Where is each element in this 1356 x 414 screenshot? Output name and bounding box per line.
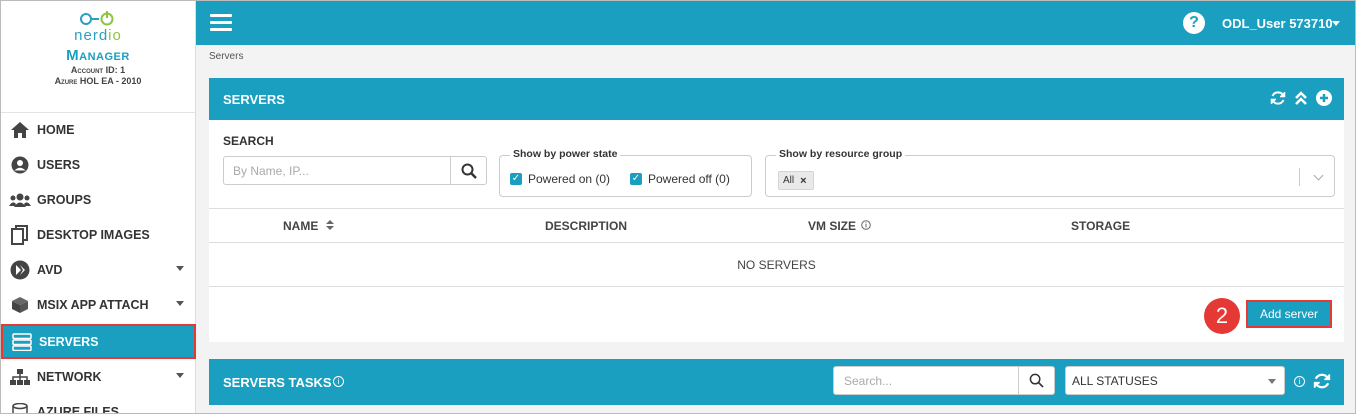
sidebar-item-network[interactable]: NETWORK bbox=[1, 359, 196, 394]
app-window: nerdio Manager Account ID: 1 Azure HOL E… bbox=[0, 0, 1356, 414]
powered-on-label: Powered on (0) bbox=[528, 172, 611, 186]
chevron-down-icon bbox=[176, 373, 184, 378]
column-vm-size[interactable]: VM SIZE bbox=[808, 219, 872, 233]
refresh-icon[interactable] bbox=[1313, 372, 1331, 390]
wordmark-accent: io bbox=[108, 27, 122, 44]
help-icon[interactable]: ? bbox=[1183, 12, 1205, 34]
column-name[interactable]: NAME bbox=[283, 219, 334, 233]
tasks-search bbox=[833, 366, 1055, 395]
table-header: NAME DESCRIPTION VM SIZE STORAGE bbox=[209, 208, 1344, 243]
powered-off-label: Powered off (0) bbox=[648, 172, 730, 186]
wordmark-main: nerd bbox=[74, 27, 109, 44]
sidebar-item-groups[interactable]: GROUPS bbox=[1, 182, 196, 217]
sidebar-item-home[interactable]: HOME bbox=[1, 112, 196, 147]
server-search-input[interactable] bbox=[224, 157, 450, 184]
power-state-legend: Show by power state bbox=[510, 148, 621, 160]
account-id: Account ID: 1 bbox=[70, 65, 126, 75]
chevron-down-icon bbox=[1268, 379, 1276, 384]
search-button[interactable] bbox=[450, 157, 486, 184]
separator bbox=[1299, 168, 1300, 186]
account-name: Azure HOL EA - 2010 bbox=[54, 76, 142, 86]
sidebar-item-label: HOME bbox=[37, 122, 75, 137]
tasks-search-button[interactable] bbox=[1018, 367, 1054, 394]
sidebar-item-avd[interactable]: AVD bbox=[1, 252, 196, 287]
power-state-filter: Show by power state ✓ Powered on (0) ✓ P… bbox=[499, 148, 752, 197]
info-icon bbox=[861, 220, 872, 230]
column-storage[interactable]: STORAGE bbox=[1071, 219, 1130, 233]
servers-panel: SERVERS SEARCH Show by power state ✓ Pow… bbox=[209, 78, 1344, 342]
resource-group-filter[interactable]: Show by resource group All × bbox=[765, 148, 1335, 197]
top-bar: ? ODL_User 573710 bbox=[196, 1, 1355, 45]
group-icon bbox=[9, 190, 31, 210]
home-icon bbox=[9, 120, 31, 140]
sidebar: nerdio Manager Account ID: 1 Azure HOL E… bbox=[1, 1, 196, 414]
search-icon bbox=[461, 163, 477, 179]
status-select[interactable]: ALL STATUSES bbox=[1065, 366, 1285, 395]
user-icon bbox=[9, 155, 31, 175]
nerdio-wordmark: nerdio bbox=[1, 27, 195, 44]
column-description[interactable]: DESCRIPTION bbox=[545, 219, 627, 233]
server-icon bbox=[11, 332, 33, 352]
collapse-icon[interactable] bbox=[1292, 90, 1309, 107]
chevron-down-icon[interactable] bbox=[1332, 21, 1340, 26]
search-icon bbox=[1029, 373, 1044, 388]
sidebar-item-desktop-images[interactable]: DESKTOP IMAGES bbox=[1, 217, 196, 252]
chevron-down-icon bbox=[176, 301, 184, 306]
sidebar-item-label: USERS bbox=[37, 157, 81, 172]
add-circle-icon[interactable] bbox=[1315, 90, 1332, 107]
column-name-label: NAME bbox=[283, 219, 319, 233]
divider bbox=[209, 286, 1344, 287]
tag-label: All bbox=[783, 175, 795, 186]
avd-icon bbox=[9, 260, 31, 280]
search-label: SEARCH bbox=[223, 134, 274, 148]
tasks-search-input[interactable] bbox=[834, 367, 1016, 394]
tasks-title: SERVERS TASKS bbox=[223, 375, 332, 390]
nerdio-logo bbox=[1, 7, 195, 29]
manager-label: Manager bbox=[66, 47, 130, 64]
status-select-value: ALL STATUSES bbox=[1072, 374, 1158, 388]
sidebar-item-label: GROUPS bbox=[37, 192, 92, 207]
box-icon bbox=[9, 295, 31, 315]
step-2-badge: 2 bbox=[1204, 298, 1240, 334]
add-server-button[interactable]: Add server bbox=[1246, 300, 1332, 328]
sidebar-item-azure-files[interactable]: AZURE FILES bbox=[1, 394, 196, 414]
sidebar-item-users[interactable]: USERS bbox=[1, 147, 196, 182]
sidebar-item-label: MSIX APP ATTACH bbox=[37, 297, 149, 312]
sidebar-item-label: NETWORK bbox=[37, 369, 102, 384]
server-search bbox=[223, 156, 487, 185]
chevron-down-icon[interactable] bbox=[1313, 170, 1324, 181]
column-vm-size-label: VM SIZE bbox=[808, 219, 857, 233]
empty-state: NO SERVERS bbox=[737, 258, 816, 272]
panel-title: SERVERS bbox=[223, 92, 285, 107]
resource-group-tag: All × bbox=[778, 171, 814, 190]
sidebar-item-label: AZURE FILES bbox=[37, 404, 119, 414]
powered-on-checkbox[interactable]: ✓ Powered on (0) bbox=[510, 172, 610, 186]
breadcrumb[interactable]: Servers bbox=[209, 51, 243, 62]
database-icon bbox=[9, 402, 31, 413]
checkmark-icon: ✓ bbox=[510, 173, 522, 185]
sidebar-item-label: SERVERS bbox=[39, 334, 99, 349]
sidebar-item-msix-app-attach[interactable]: MSIX APP ATTACH bbox=[1, 287, 196, 322]
sidebar-item-label: DESKTOP IMAGES bbox=[37, 227, 150, 242]
powered-off-checkbox[interactable]: ✓ Powered off (0) bbox=[630, 172, 730, 186]
refresh-icon[interactable] bbox=[1269, 90, 1286, 107]
panel-actions bbox=[1269, 90, 1332, 107]
servers-tasks-panel: SERVERS TASKS i ALL STATUSES i bbox=[209, 359, 1344, 405]
resource-group-legend: Show by resource group bbox=[776, 148, 906, 160]
brand: nerdio Manager Account ID: 1 Azure HOL E… bbox=[1, 1, 195, 113]
sidebar-item-label: AVD bbox=[37, 262, 63, 277]
info-icon[interactable]: i bbox=[333, 376, 344, 387]
chevron-down-icon bbox=[176, 266, 184, 271]
sidebar-item-servers[interactable]: SERVERS bbox=[1, 324, 196, 359]
copy-icon bbox=[9, 224, 31, 245]
nerdio-logo-mark-icon bbox=[80, 11, 114, 26]
checkmark-icon: ✓ bbox=[630, 173, 642, 185]
servers-panel-header: SERVERS bbox=[209, 78, 1344, 120]
remove-tag-icon[interactable]: × bbox=[800, 175, 806, 187]
sort-icon bbox=[325, 220, 334, 230]
user-menu[interactable]: ODL_User 573710 bbox=[1222, 16, 1333, 31]
hamburger-menu-icon[interactable] bbox=[210, 14, 232, 32]
info-icon[interactable]: i bbox=[1294, 376, 1305, 387]
network-icon bbox=[9, 367, 31, 387]
